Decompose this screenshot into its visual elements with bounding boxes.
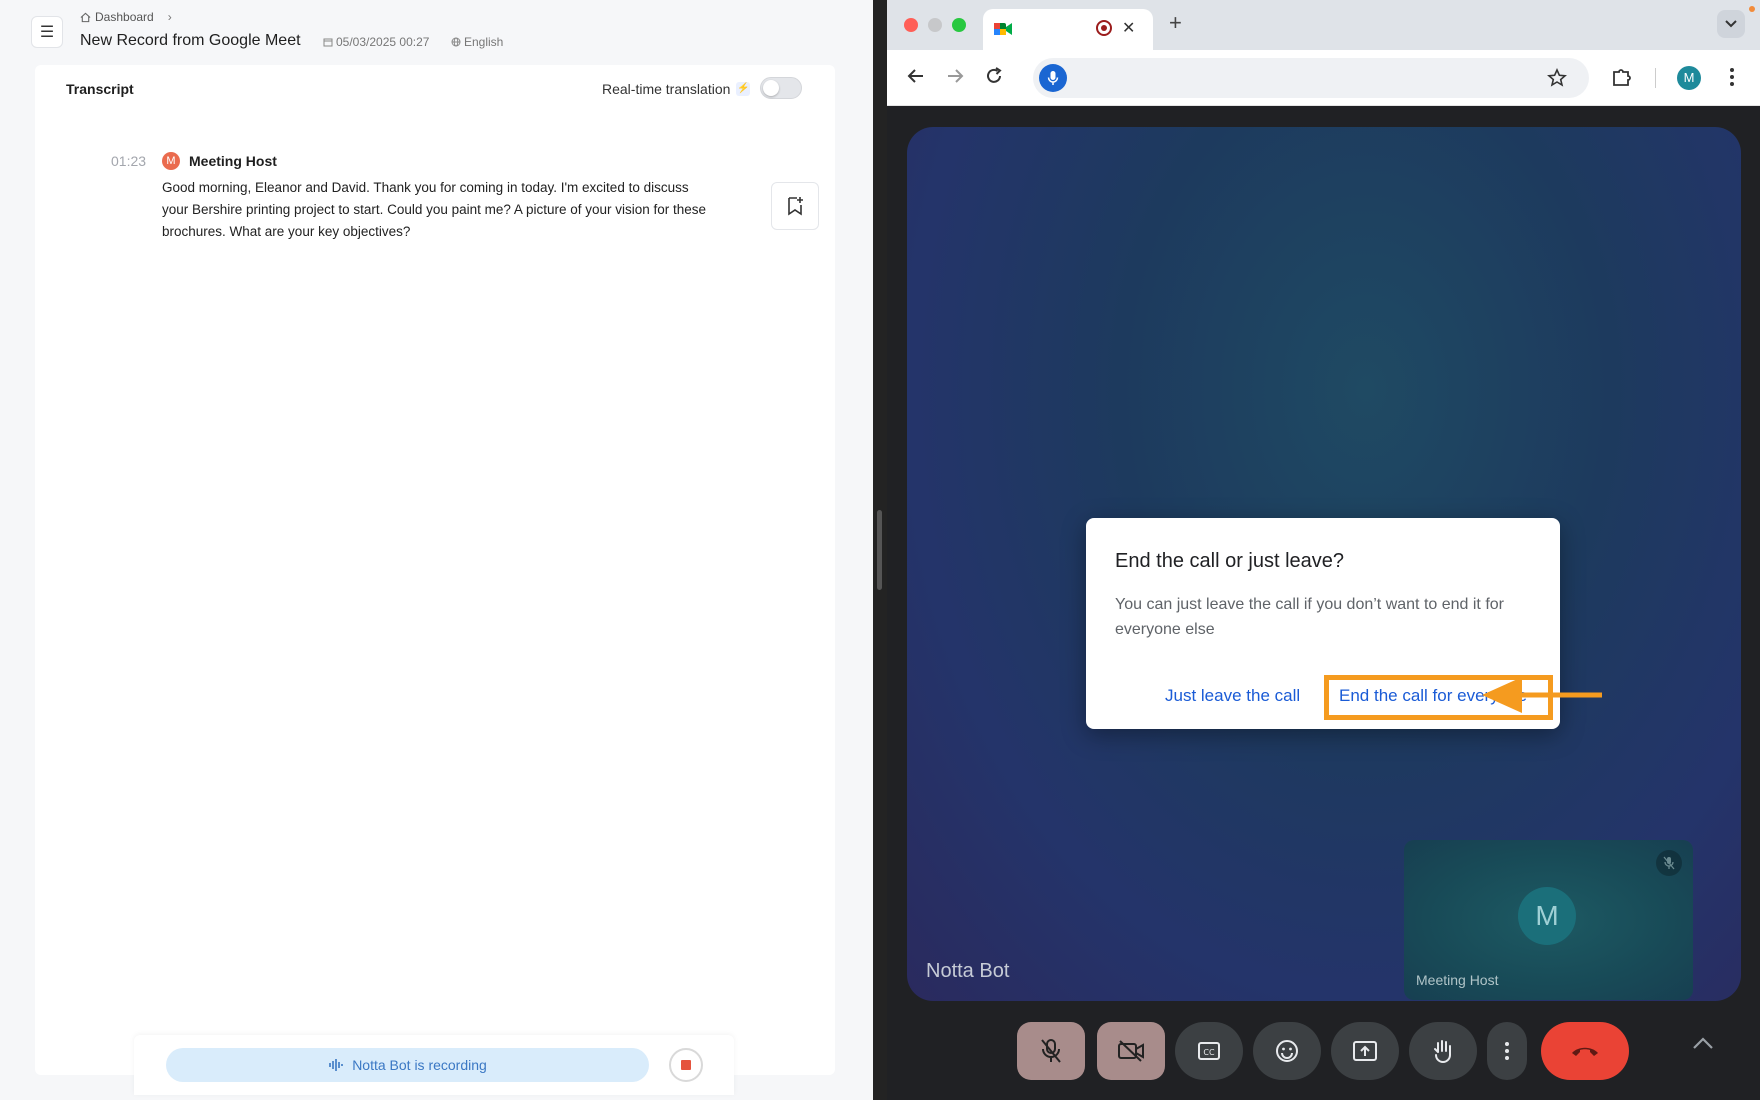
notta-pane: ☰ Dashboard › New Record from Google Mee… bbox=[0, 0, 873, 1100]
self-avatar: M bbox=[1518, 887, 1576, 945]
browser-menu-icon[interactable] bbox=[1729, 66, 1735, 88]
reload-icon[interactable] bbox=[984, 66, 1004, 86]
meet-content: Notta Bot End the call or just leave? Yo… bbox=[887, 106, 1760, 1100]
chevron-up-icon[interactable] bbox=[1692, 1036, 1714, 1050]
calendar-icon bbox=[323, 38, 333, 47]
record-language[interactable]: English bbox=[451, 35, 503, 49]
captions-icon: CC bbox=[1198, 1042, 1220, 1060]
speaker-name[interactable]: Meeting Host bbox=[189, 153, 277, 169]
record-date: 05/03/2025 00:27 bbox=[323, 35, 429, 49]
mic-toggle-button[interactable] bbox=[1017, 1022, 1085, 1080]
transcript-heading: Transcript bbox=[66, 81, 134, 97]
breadcrumb-dashboard-link[interactable]: Dashboard bbox=[95, 10, 154, 24]
bookmark-star-icon[interactable] bbox=[1547, 68, 1567, 88]
bookmark-add-icon bbox=[788, 197, 803, 216]
arrow-left-annotation-icon bbox=[1482, 677, 1602, 713]
svg-text:CC: CC bbox=[1203, 1048, 1215, 1057]
raise-hand-button[interactable] bbox=[1409, 1022, 1477, 1080]
waveform-icon bbox=[329, 1059, 343, 1071]
transcript-timestamp[interactable]: 01:23 bbox=[111, 153, 146, 169]
dialog-body: You can just leave the call if you don’t… bbox=[1115, 596, 1504, 638]
captions-button[interactable]: CC bbox=[1175, 1022, 1243, 1080]
stage-participant-name: Notta Bot bbox=[926, 960, 1010, 982]
globe-icon bbox=[451, 37, 461, 47]
mic-off-icon bbox=[1041, 1039, 1061, 1063]
extensions-icon[interactable] bbox=[1611, 66, 1633, 88]
close-window-button[interactable] bbox=[904, 18, 918, 32]
breadcrumb: Dashboard › bbox=[80, 10, 172, 24]
camera-off-icon bbox=[1118, 1040, 1144, 1062]
menu-button[interactable]: ☰ bbox=[31, 16, 63, 48]
microphone-in-use-icon[interactable] bbox=[1039, 64, 1067, 92]
transcript-text[interactable]: Good morning, Eleanor and David. Thank y… bbox=[162, 177, 707, 243]
address-bar[interactable] bbox=[1033, 58, 1589, 98]
emoji-button[interactable] bbox=[1253, 1022, 1321, 1080]
realtime-translation-text: Real-time translation bbox=[602, 81, 731, 97]
back-icon[interactable] bbox=[906, 66, 926, 86]
record-language-text: English bbox=[464, 35, 504, 49]
end-call-icon bbox=[1572, 1047, 1598, 1056]
transcript-panel: Transcript Real-time translation ⚡ 01:23… bbox=[35, 65, 835, 1075]
tab-strip: ✕ + bbox=[887, 0, 1760, 50]
realtime-translation-label: Real-time translation ⚡ bbox=[602, 81, 751, 97]
stop-icon bbox=[681, 1060, 691, 1070]
recording-bar: Notta Bot is recording bbox=[134, 1035, 734, 1095]
new-tab-button[interactable]: + bbox=[1169, 10, 1182, 36]
more-options-button[interactable] bbox=[1487, 1022, 1527, 1080]
stop-recording-button[interactable] bbox=[669, 1048, 703, 1082]
recording-status-text: Notta Bot is recording bbox=[352, 1057, 487, 1073]
chevron-down-icon bbox=[1725, 20, 1737, 28]
minimize-window-button[interactable] bbox=[928, 18, 942, 32]
chevron-right-icon: › bbox=[167, 10, 172, 24]
end-call-button[interactable] bbox=[1541, 1022, 1629, 1080]
ai-sparkle-icon: ⚡ bbox=[736, 82, 751, 96]
tab-close-icon[interactable]: ✕ bbox=[1122, 18, 1135, 38]
realtime-translation-toggle[interactable] bbox=[760, 77, 802, 99]
present-button[interactable] bbox=[1331, 1022, 1399, 1080]
forward-icon[interactable] bbox=[945, 66, 965, 86]
record-date-text: 05/03/2025 00:27 bbox=[336, 35, 430, 49]
main-video-tile: Notta Bot End the call or just leave? Yo… bbox=[907, 127, 1741, 1001]
maximize-window-button[interactable] bbox=[952, 18, 966, 32]
dialog-title: End the call or just leave? bbox=[1115, 550, 1345, 572]
speaker-avatar: M bbox=[162, 152, 180, 170]
self-video-tile[interactable]: M Meeting Host bbox=[1404, 840, 1693, 1000]
self-name: Meeting Host bbox=[1416, 972, 1499, 988]
emoji-icon bbox=[1276, 1040, 1298, 1062]
mic-off-indicator-icon bbox=[1656, 850, 1682, 876]
google-meet-icon bbox=[994, 23, 1012, 35]
just-leave-button[interactable]: Just leave the call bbox=[1165, 686, 1300, 706]
home-icon bbox=[80, 12, 91, 22]
hamburger-icon: ☰ bbox=[39, 24, 55, 41]
tab-recording-icon bbox=[1096, 20, 1112, 36]
page-title[interactable]: New Record from Google Meet bbox=[80, 32, 301, 50]
bookmark-button[interactable] bbox=[771, 182, 819, 230]
raise-hand-icon bbox=[1434, 1040, 1451, 1064]
browser-toolbar: M bbox=[887, 50, 1760, 106]
profile-avatar[interactable]: M bbox=[1677, 66, 1701, 90]
browser-tab-meet[interactable]: ✕ bbox=[983, 9, 1153, 50]
present-icon bbox=[1353, 1041, 1377, 1061]
toolbar-separator bbox=[1655, 68, 1656, 88]
recording-status: Notta Bot is recording bbox=[166, 1048, 649, 1082]
toggle-knob bbox=[763, 80, 779, 96]
camera-toggle-button[interactable] bbox=[1097, 1022, 1165, 1080]
tab-search-button[interactable] bbox=[1717, 10, 1745, 38]
notification-dot bbox=[1749, 6, 1755, 12]
split-resize-handle[interactable] bbox=[877, 510, 882, 590]
more-options-icon bbox=[1505, 1042, 1509, 1060]
browser-window: ✕ + M Notta Bot End the call or just lea… bbox=[887, 0, 1760, 1100]
